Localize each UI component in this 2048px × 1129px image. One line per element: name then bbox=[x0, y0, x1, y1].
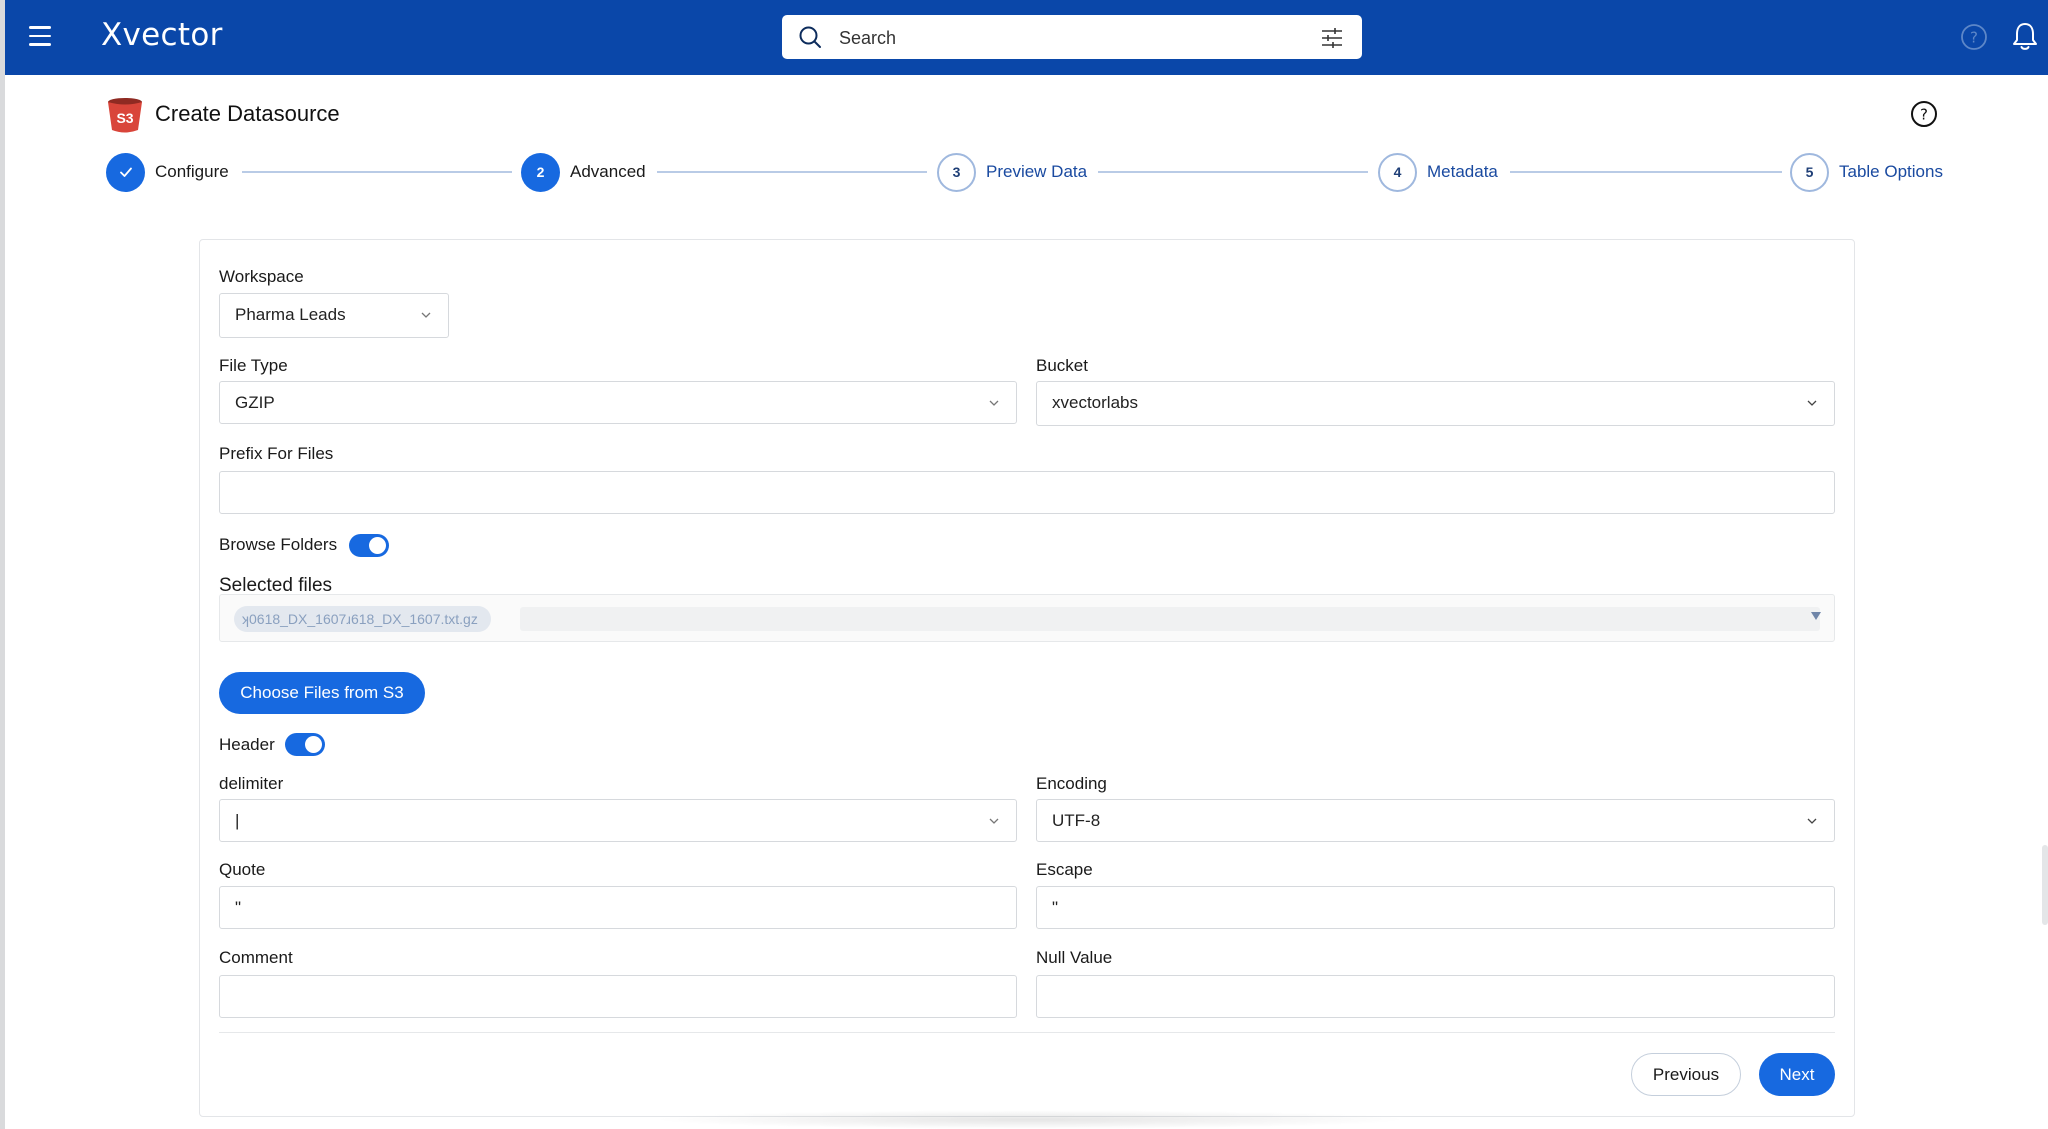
workspace-label: Workspace bbox=[219, 267, 304, 286]
step-label: Preview Data bbox=[986, 162, 1088, 181]
step-connector bbox=[657, 171, 927, 173]
header-label: Header bbox=[219, 735, 275, 754]
step-advanced[interactable]: 2 Advanced bbox=[521, 152, 646, 192]
encoding-label: Encoding bbox=[1036, 774, 1107, 793]
null-value-label: Null Value bbox=[1036, 948, 1113, 967]
quote-label: Quote bbox=[219, 860, 266, 879]
comment-input[interactable] bbox=[219, 975, 1017, 1018]
delimiter-label: delimiter bbox=[219, 774, 284, 793]
comment-label: Comment bbox=[219, 948, 293, 967]
encoding-select[interactable]: UTF-8 bbox=[1036, 799, 1835, 842]
bucket-select[interactable]: xvectorlabs bbox=[1036, 381, 1835, 426]
quote-value: " bbox=[235, 898, 242, 917]
delimiter-select[interactable]: | bbox=[219, 799, 1017, 842]
previous-button[interactable]: Previous bbox=[1631, 1053, 1741, 1096]
files-strip bbox=[520, 607, 1820, 631]
prefix-label: Prefix For Files bbox=[219, 444, 334, 463]
scroll-handle[interactable] bbox=[2042, 845, 2048, 925]
svg-text:?: ? bbox=[1970, 29, 1978, 47]
step-connector bbox=[242, 171, 512, 173]
step-number: 3 bbox=[937, 152, 976, 192]
bucket-label: Bucket bbox=[1036, 356, 1088, 375]
help-icon[interactable]: ? bbox=[1960, 23, 1988, 51]
check-icon bbox=[106, 152, 145, 192]
search-input[interactable]: Search bbox=[839, 28, 896, 49]
chevron-down-icon bbox=[421, 312, 431, 318]
search-icon bbox=[799, 26, 821, 48]
delimiter-value: | bbox=[235, 811, 240, 830]
step-number: 5 bbox=[1790, 152, 1829, 192]
escape-input[interactable]: " bbox=[1036, 886, 1835, 929]
prefix-input[interactable] bbox=[219, 471, 1835, 514]
chevron-down-icon bbox=[989, 400, 999, 406]
help-icon[interactable]: ? bbox=[1910, 100, 1938, 128]
workspace-value: Pharma Leads bbox=[235, 305, 346, 324]
step-metadata[interactable]: 4 Metadata bbox=[1378, 152, 1498, 192]
search-bar[interactable]: Search bbox=[782, 15, 1362, 59]
step-label: Advanced bbox=[570, 162, 646, 181]
caret-down-icon bbox=[1811, 612, 1821, 620]
header-toggle[interactable] bbox=[285, 733, 325, 756]
escape-value: " bbox=[1052, 898, 1059, 917]
file-type-select[interactable]: GZIP bbox=[219, 381, 1017, 424]
quote-input[interactable]: " bbox=[219, 886, 1017, 929]
step-label: Configure bbox=[155, 162, 229, 181]
null-value-input[interactable] bbox=[1036, 975, 1835, 1018]
step-table-options[interactable]: 5 Table Options bbox=[1790, 152, 1943, 192]
page-title: Create Datasource bbox=[155, 101, 340, 126]
escape-label: Escape bbox=[1036, 860, 1093, 879]
file-type-value: GZIP bbox=[235, 393, 275, 412]
chevron-down-icon bbox=[1807, 818, 1817, 824]
window-edge bbox=[0, 0, 5, 1129]
browse-folders-toggle[interactable] bbox=[349, 534, 389, 557]
step-number: 2 bbox=[521, 152, 560, 192]
app-logo[interactable]: Xvector bbox=[101, 17, 223, 53]
svg-text:?: ? bbox=[1920, 106, 1928, 124]
menu-icon[interactable] bbox=[29, 26, 51, 46]
bucket-value: xvectorlabs bbox=[1052, 393, 1138, 412]
step-configure[interactable]: Configure bbox=[106, 152, 229, 192]
file-chip[interactable]: ʞ0618_DX_1607ɹ618_DX_1607.txt.gz bbox=[234, 606, 491, 632]
step-label: Table Options bbox=[1839, 162, 1943, 181]
file-type-label: File Type bbox=[219, 356, 288, 375]
divider bbox=[219, 1032, 1835, 1033]
filter-icon[interactable] bbox=[1320, 26, 1344, 50]
s3-bucket-icon: S3 bbox=[108, 98, 142, 133]
svg-text:S3: S3 bbox=[116, 110, 133, 126]
top-nav: Xvector Search ? bbox=[5, 0, 2048, 75]
workspace-select[interactable]: Pharma Leads bbox=[219, 293, 449, 338]
next-button[interactable]: Next bbox=[1759, 1053, 1835, 1096]
bell-icon[interactable] bbox=[2010, 20, 2040, 52]
choose-files-button[interactable]: Choose Files from S3 bbox=[219, 672, 425, 714]
step-number: 4 bbox=[1378, 152, 1417, 192]
selected-files-select[interactable]: ʞ0618_DX_1607ɹ618_DX_1607.txt.gz bbox=[219, 594, 1835, 642]
browse-folders-label: Browse Folders bbox=[219, 535, 338, 554]
step-connector bbox=[1510, 171, 1782, 173]
step-label: Metadata bbox=[1427, 162, 1498, 181]
encoding-value: UTF-8 bbox=[1052, 811, 1101, 830]
chevron-down-icon bbox=[1807, 400, 1817, 406]
step-connector bbox=[1098, 171, 1368, 173]
chevron-down-icon bbox=[989, 818, 999, 824]
bottom-shadow bbox=[650, 1110, 1410, 1129]
step-preview-data[interactable]: 3 Preview Data bbox=[937, 152, 1087, 192]
